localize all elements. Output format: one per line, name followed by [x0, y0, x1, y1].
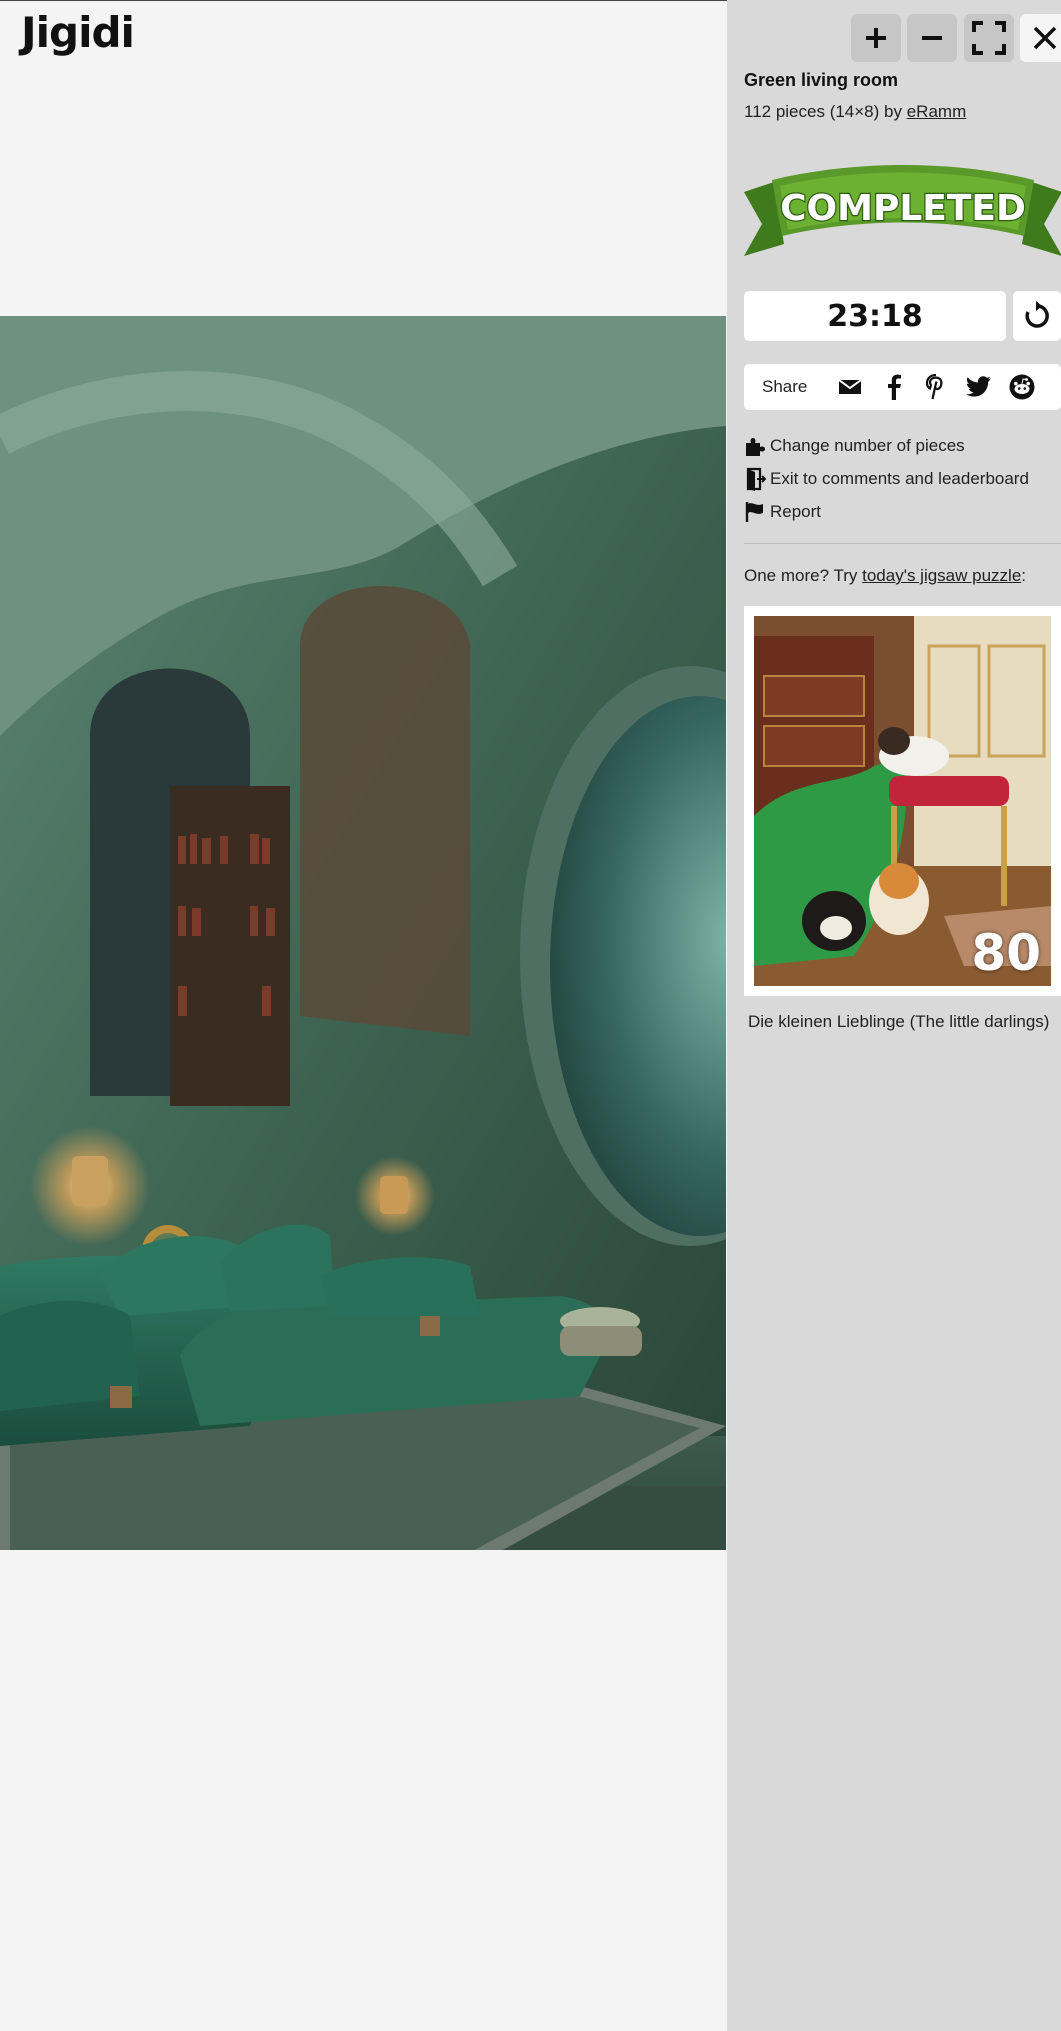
plus-icon: [866, 28, 886, 48]
completed-banner: COMPLETED: [744, 165, 1061, 256]
report-link[interactable]: Report: [744, 495, 1029, 528]
next-puzzle-card[interactable]: 80: [744, 606, 1061, 996]
minus-icon: [922, 36, 942, 40]
sidebar: Green living room 112 pieces (14×8) by e…: [727, 0, 1061, 2031]
reddit-icon[interactable]: [1008, 373, 1036, 401]
restart-button[interactable]: [1013, 291, 1061, 341]
todays-puzzle-link[interactable]: today's jigsaw puzzle: [862, 566, 1021, 585]
puzzle-piece-icon: [744, 435, 770, 457]
next-puzzle-thumbnail: 80: [754, 616, 1051, 986]
puzzle-title: Green living room: [744, 70, 899, 90]
pinterest-icon[interactable]: [922, 373, 950, 401]
puzzle-image[interactable]: [0, 316, 726, 1550]
completed-banner-text: COMPLETED: [780, 188, 1026, 229]
email-icon[interactable]: [836, 373, 864, 401]
top-border: [0, 0, 727, 1]
report-label: Report: [770, 501, 822, 521]
change-pieces-label: Change number of pieces: [770, 435, 965, 455]
author-link[interactable]: eRamm: [907, 102, 967, 121]
fullscreen-button[interactable]: [964, 14, 1014, 62]
piece-count-badge: 80: [971, 924, 1041, 982]
puzzle-meta: 112 pieces (14×8) by eRamm: [744, 102, 966, 122]
zoom-out-button[interactable]: [907, 14, 957, 62]
one-more-suffix: :: [1021, 566, 1027, 585]
share-bar: Share: [744, 364, 1061, 410]
share-label: Share: [762, 377, 808, 396]
exit-comments-link[interactable]: Exit to comments and leaderboard: [744, 462, 1029, 495]
exit-door-icon: [744, 467, 770, 491]
one-more-prompt: One more? Try today's jigsaw puzzle:: [744, 566, 1026, 586]
twitter-icon[interactable]: [965, 373, 993, 401]
flag-icon: [744, 501, 770, 523]
puzzle-meta-text: 112 pieces (14×8) by: [744, 102, 907, 121]
app-logo[interactable]: Jigidi: [21, 8, 135, 57]
timer: 23:18: [744, 291, 1006, 341]
close-button[interactable]: [1020, 14, 1061, 62]
puzzle-artwork: [0, 316, 726, 1550]
action-menu: Change number of pieces Exit to comments…: [744, 429, 1029, 528]
fullscreen-icon: [972, 21, 1006, 55]
one-more-prefix: One more? Try: [744, 566, 863, 585]
zoom-in-button[interactable]: [851, 14, 901, 62]
next-puzzle-caption[interactable]: Die kleinen Lieblinge (The little darlin…: [748, 1012, 1049, 1032]
exit-comments-label: Exit to comments and leaderboard: [770, 468, 1029, 488]
divider: [744, 543, 1061, 544]
facebook-icon[interactable]: [879, 373, 907, 401]
change-pieces-link[interactable]: Change number of pieces: [744, 429, 1029, 462]
close-icon: [1033, 26, 1057, 50]
restart-icon: [1025, 301, 1049, 328]
